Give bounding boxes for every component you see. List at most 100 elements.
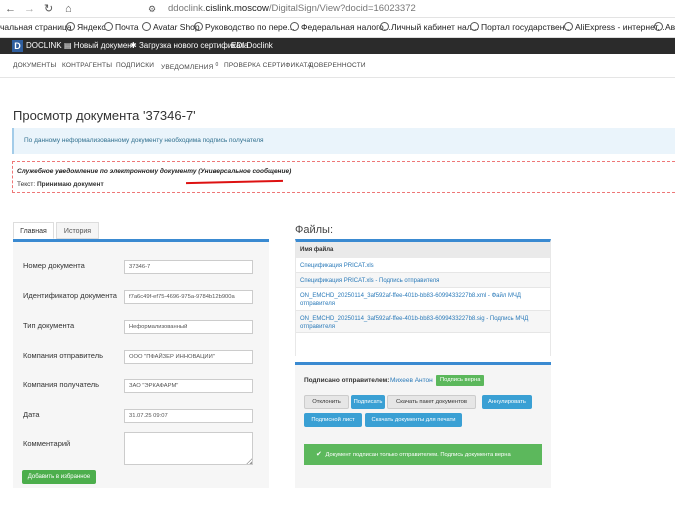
bookmarks-bar: чальная страница Яндекс Почта Avatar Sho…	[0, 18, 675, 38]
label-document-number: Номер документа	[23, 261, 85, 270]
notice-title: Служебное уведомление по электронному до…	[17, 168, 292, 175]
bookmark-label: AliExpress - интернет...	[575, 22, 665, 32]
bookmark-label: Ави	[665, 22, 675, 32]
url-path: /DigitalSign/View?docid=16023372	[268, 3, 416, 14]
label-recipient-company: Компания получатель	[23, 380, 100, 389]
label-comment: Комментарий	[23, 439, 71, 448]
bookmark-label: Руководство по пере...	[205, 22, 295, 32]
tab-main[interactable]: Главная	[13, 222, 54, 239]
url-host: cislink.moscow	[205, 3, 269, 14]
yandex-icon	[66, 22, 75, 31]
annul-button[interactable]: Аннулировать	[482, 395, 532, 409]
reload-icon[interactable]: ↻	[44, 2, 53, 16]
forward-icon[interactable]: →	[24, 2, 35, 16]
file-link[interactable]: Спецификация PRICAT.xls	[300, 258, 550, 270]
label-date: Дата	[23, 410, 40, 419]
new-document-link[interactable]: ▤ Новый документ	[64, 41, 135, 50]
files-title: Файлы:	[295, 224, 334, 236]
signer-name[interactable]: Михеев Антон	[390, 377, 433, 384]
document-number-field[interactable]: 37346-7	[124, 260, 253, 274]
bookmark-label: Федеральная налого...	[301, 22, 391, 32]
add-to-favorites-button[interactable]: Добавить в избранное	[22, 470, 96, 484]
service-notice: Служебное уведомление по электронному до…	[12, 161, 675, 193]
globe-icon	[380, 22, 389, 31]
file-row[interactable]: Спецификация PRICAT.xls - Подпись отправ…	[296, 273, 550, 288]
bookmark-label: Портал государствен...	[481, 22, 572, 32]
file-link[interactable]: ON_EMCHD_20250114_3af592af-ffee-401b-bb8…	[300, 288, 550, 308]
globe-icon	[142, 22, 151, 31]
menu-certificate-check[interactable]: ПРОВЕРКА СЕРТИФИКАТА	[224, 62, 312, 69]
main-menu: ДОКУМЕНТЫ КОНТРАГЕНТЫ ПОДПИСКИ УВЕДОМЛЕН…	[0, 54, 675, 78]
document-icon: ▤	[64, 41, 72, 50]
bookmark-label: чальная страница	[0, 22, 72, 32]
site-info-icon[interactable]: ⚙	[148, 2, 156, 16]
gear-icon: ✱	[130, 41, 137, 50]
browser-toolbar: ← → ↻ ⌂ ⚙ ddoclink.cislink.moscow/Digita…	[0, 0, 675, 18]
sign-button[interactable]: Подписать	[351, 395, 385, 409]
bookmark-item[interactable]: Портал государствен...	[470, 22, 572, 32]
download-package-button[interactable]: Скачать пакет документов	[387, 395, 476, 409]
menu-powers-of-attorney[interactable]: ДОВЕРЕННОСТИ	[309, 62, 366, 69]
info-alert: По данному неформализованному документу …	[12, 128, 675, 154]
globe-icon	[290, 22, 299, 31]
recipient-company-field[interactable]: ЗАО "ЭРКАФАРМ"	[124, 379, 253, 393]
notice-text: Текст: Принимаю документ	[17, 181, 104, 188]
document-id-field[interactable]: f7a6c49f-ef75-4696-975a-9784b12b900a	[124, 290, 253, 304]
download-print-button[interactable]: Скачать документы для печати	[365, 413, 462, 427]
comment-textarea[interactable]	[124, 432, 253, 465]
reject-button[interactable]: Отклонить	[304, 395, 349, 409]
files-header: Имя файла	[296, 242, 550, 258]
home-icon[interactable]: ⌂	[65, 2, 72, 16]
date-field[interactable]: 31.07.25 09:07	[124, 409, 253, 423]
file-row[interactable]: Спецификация PRICAT.xls	[296, 258, 550, 273]
signature-panel: Подписано отправителем: Михеев Антон Под…	[295, 362, 551, 488]
bookmark-item[interactable]: Личный кабинет нал...	[380, 22, 479, 32]
address-bar[interactable]: ddoclink.cislink.moscow/DigitalSign/View…	[168, 3, 416, 14]
globe-icon	[470, 22, 479, 31]
check-icon: ✔	[316, 451, 322, 458]
notifications-count: 0	[215, 62, 219, 68]
new-document-label: Новый документ	[73, 41, 136, 50]
file-link[interactable]: Спецификация PRICAT.xls - Подпись отправ…	[300, 273, 550, 285]
signature-valid-badge: Подпись верна	[436, 375, 485, 386]
file-row[interactable]: ON_EMCHD_20250114_3af592af-ffee-401b-bb8…	[296, 288, 550, 311]
tab-history[interactable]: История	[56, 222, 99, 239]
signature-sheet-button[interactable]: Подписной лист	[304, 413, 362, 427]
sender-company-field[interactable]: ООО "ПФАЙЗЕР ИННОВАЦИИ"	[124, 350, 253, 364]
success-alert-text: Документ подписан только отправителем. П…	[325, 452, 511, 458]
page-title: Просмотр документа '37346-7'	[13, 108, 196, 123]
back-icon[interactable]: ←	[5, 2, 16, 16]
menu-documents[interactable]: ДОКУМЕНТЫ	[13, 62, 56, 69]
url-prefix: ddoclink.	[168, 3, 206, 14]
bookmark-item[interactable]: Яндекс	[66, 22, 106, 32]
bookmark-item[interactable]: AliExpress - интернет...	[564, 22, 665, 32]
document-type-field[interactable]: Неформализованный	[124, 320, 253, 334]
menu-subscriptions[interactable]: ПОДПИСКИ	[116, 62, 154, 69]
doclink-logo[interactable]: D	[12, 40, 23, 52]
brand-name[interactable]: DOCLINK	[26, 41, 62, 50]
label-sender-company: Компания отправитель	[23, 351, 103, 360]
file-row[interactable]: ON_EMCHD_20250114_3af592af-ffee-401b-bb8…	[296, 311, 550, 333]
file-link[interactable]: ON_EMCHD_20250114_3af592af-ffee-401b-bb8…	[300, 311, 550, 331]
bookmark-item[interactable]: чальная страница	[0, 22, 72, 32]
label-document-id: Идентификатор документа	[23, 291, 117, 300]
bookmark-item[interactable]: Федеральная налого...	[290, 22, 391, 32]
bookmark-label: Avatar Shop	[153, 22, 200, 32]
info-alert-text: По данному неформализованному документу …	[24, 137, 264, 144]
mail-icon	[104, 22, 113, 31]
globe-icon	[194, 22, 203, 31]
notice-text-label: Текст:	[17, 181, 36, 188]
document-details-panel: Номер документа 37346-7 Идентификатор до…	[13, 239, 269, 488]
edi-link[interactable]: EDI Doclink	[231, 41, 273, 50]
menu-notifications[interactable]: УВЕДОМЛЕНИЯ 0	[161, 62, 219, 71]
bookmark-item[interactable]: Почта	[104, 22, 139, 32]
app-header: D DOCLINK ▤ Новый документ ✱ Загрузка но…	[0, 38, 675, 54]
resize-grip-icon[interactable]	[246, 458, 252, 464]
menu-counterparties[interactable]: КОНТРАГЕНТЫ	[62, 62, 112, 69]
globe-icon	[564, 22, 573, 31]
bookmark-item[interactable]: Руководство по пере...	[194, 22, 295, 32]
files-table: Имя файла Спецификация PRICAT.xls Специф…	[295, 239, 551, 356]
bookmark-label: Яндекс	[77, 22, 106, 32]
bookmark-item[interactable]: Ави	[654, 22, 675, 32]
bookmark-item[interactable]: Avatar Shop	[142, 22, 200, 32]
